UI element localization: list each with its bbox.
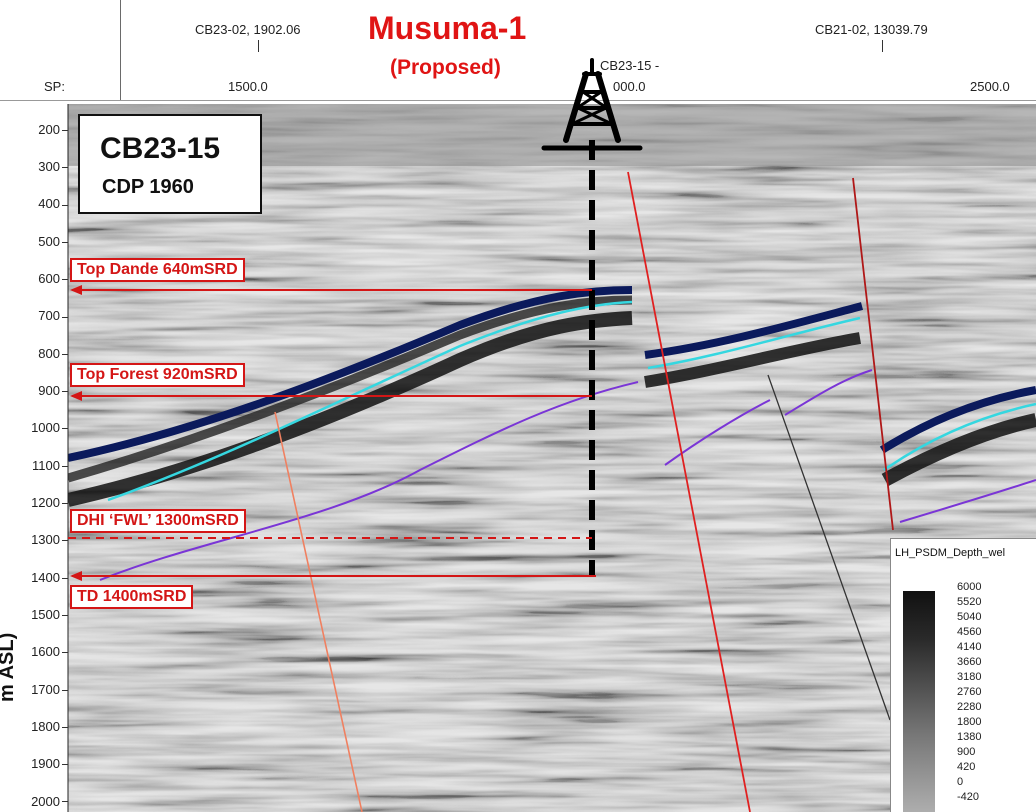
- depth-tick-label: 1900: [31, 756, 60, 771]
- depth-tick-label: 1300: [31, 532, 60, 547]
- depth-tick-mark: [62, 167, 68, 169]
- depth-tick-mark: [62, 465, 68, 467]
- colorbar-tick: 3660: [957, 656, 982, 668]
- line-info-box: CB23-15 CDP 1960: [78, 114, 262, 214]
- colorbar-tick: -420: [957, 791, 980, 803]
- colorbar-tick: 5040: [957, 611, 982, 623]
- seismic-viewer: CB23-02, 1902.06 CB21-02, 13039.79 CB23-…: [0, 0, 1036, 812]
- depth-axis-title: m ASL): [0, 632, 18, 702]
- depth-tick-label: 200: [38, 122, 60, 137]
- depth-tick-label: 700: [38, 308, 60, 323]
- depth-tick-label: 800: [38, 346, 60, 361]
- colorbar-tick: 420: [957, 761, 976, 773]
- top-forest-label: Top Forest 920mSRD: [70, 363, 245, 387]
- colorbar-gradient: [903, 591, 935, 812]
- depth-tick-mark: [62, 540, 68, 542]
- colorbar-tick: 4140: [957, 641, 982, 653]
- depth-tick-mark: [62, 764, 68, 766]
- colorbar-tick: 1800: [957, 716, 982, 728]
- cdp-number: CDP 1960: [102, 176, 194, 198]
- colorbar-tick: 900: [957, 746, 976, 758]
- depth-tick-mark: [62, 577, 68, 579]
- colorbar-title: LH_PSDM_Depth_wel: [895, 547, 1006, 559]
- depth-tick-label: 1000: [31, 420, 60, 435]
- depth-tick-label: 600: [38, 271, 60, 286]
- depth-tick-label: 1500: [31, 607, 60, 622]
- depth-tick-mark: [62, 503, 68, 504]
- colorbar-tick: 6000: [957, 581, 982, 593]
- depth-tick-mark: [62, 353, 68, 355]
- depth-tick-label: 1700: [31, 682, 60, 697]
- depth-tick-label: 1100: [32, 458, 60, 473]
- depth-tick-label: 1400: [31, 570, 60, 585]
- depth-tick-mark: [62, 726, 68, 728]
- depth-tick-label: 300: [38, 159, 60, 174]
- depth-tick-mark: [62, 130, 68, 131]
- colorbar-tick: 5520: [957, 596, 982, 608]
- depth-tick-mark: [62, 428, 68, 430]
- depth-tick-mark: [62, 391, 68, 393]
- colorbar-tick: 3180: [957, 671, 982, 683]
- depth-tick-label: 400: [38, 196, 60, 211]
- depth-tick-mark: [62, 279, 68, 281]
- depth-tick-mark: [62, 204, 68, 206]
- colorbar-tick: 2760: [957, 686, 982, 698]
- depth-tick-mark: [62, 689, 68, 691]
- depth-tick-mark: [62, 801, 68, 803]
- colorbar-tick: 1380: [957, 731, 982, 743]
- depth-tick-label: 900: [38, 383, 60, 398]
- depth-tick-label: 2000: [31, 794, 60, 809]
- depth-tick-label: 1200: [31, 495, 60, 510]
- dhi-fwl-label: DHI ‘FWL’ 1300mSRD: [70, 509, 246, 533]
- top-dande-label: Top Dande 640mSRD: [70, 258, 245, 282]
- colorbar-tick: 2280: [957, 701, 982, 713]
- depth-tick-mark: [62, 652, 68, 654]
- colorbar-legend: LH_PSDM_Depth_wel 6000 5520 5040 4560 41…: [890, 538, 1036, 812]
- colorbar-tick: 0: [957, 776, 964, 788]
- colorbar-tick: 4560: [957, 626, 982, 638]
- line-name: CB23-15: [100, 132, 221, 165]
- depth-tick-mark: [62, 614, 68, 616]
- depth-tick-mark: [62, 241, 68, 243]
- depth-tick-label: 500: [38, 234, 60, 249]
- depth-tick-label: 1800: [31, 719, 60, 734]
- depth-tick-label: 1600: [31, 644, 60, 659]
- depth-tick-mark: [62, 316, 68, 318]
- td-label: TD 1400mSRD: [70, 585, 194, 609]
